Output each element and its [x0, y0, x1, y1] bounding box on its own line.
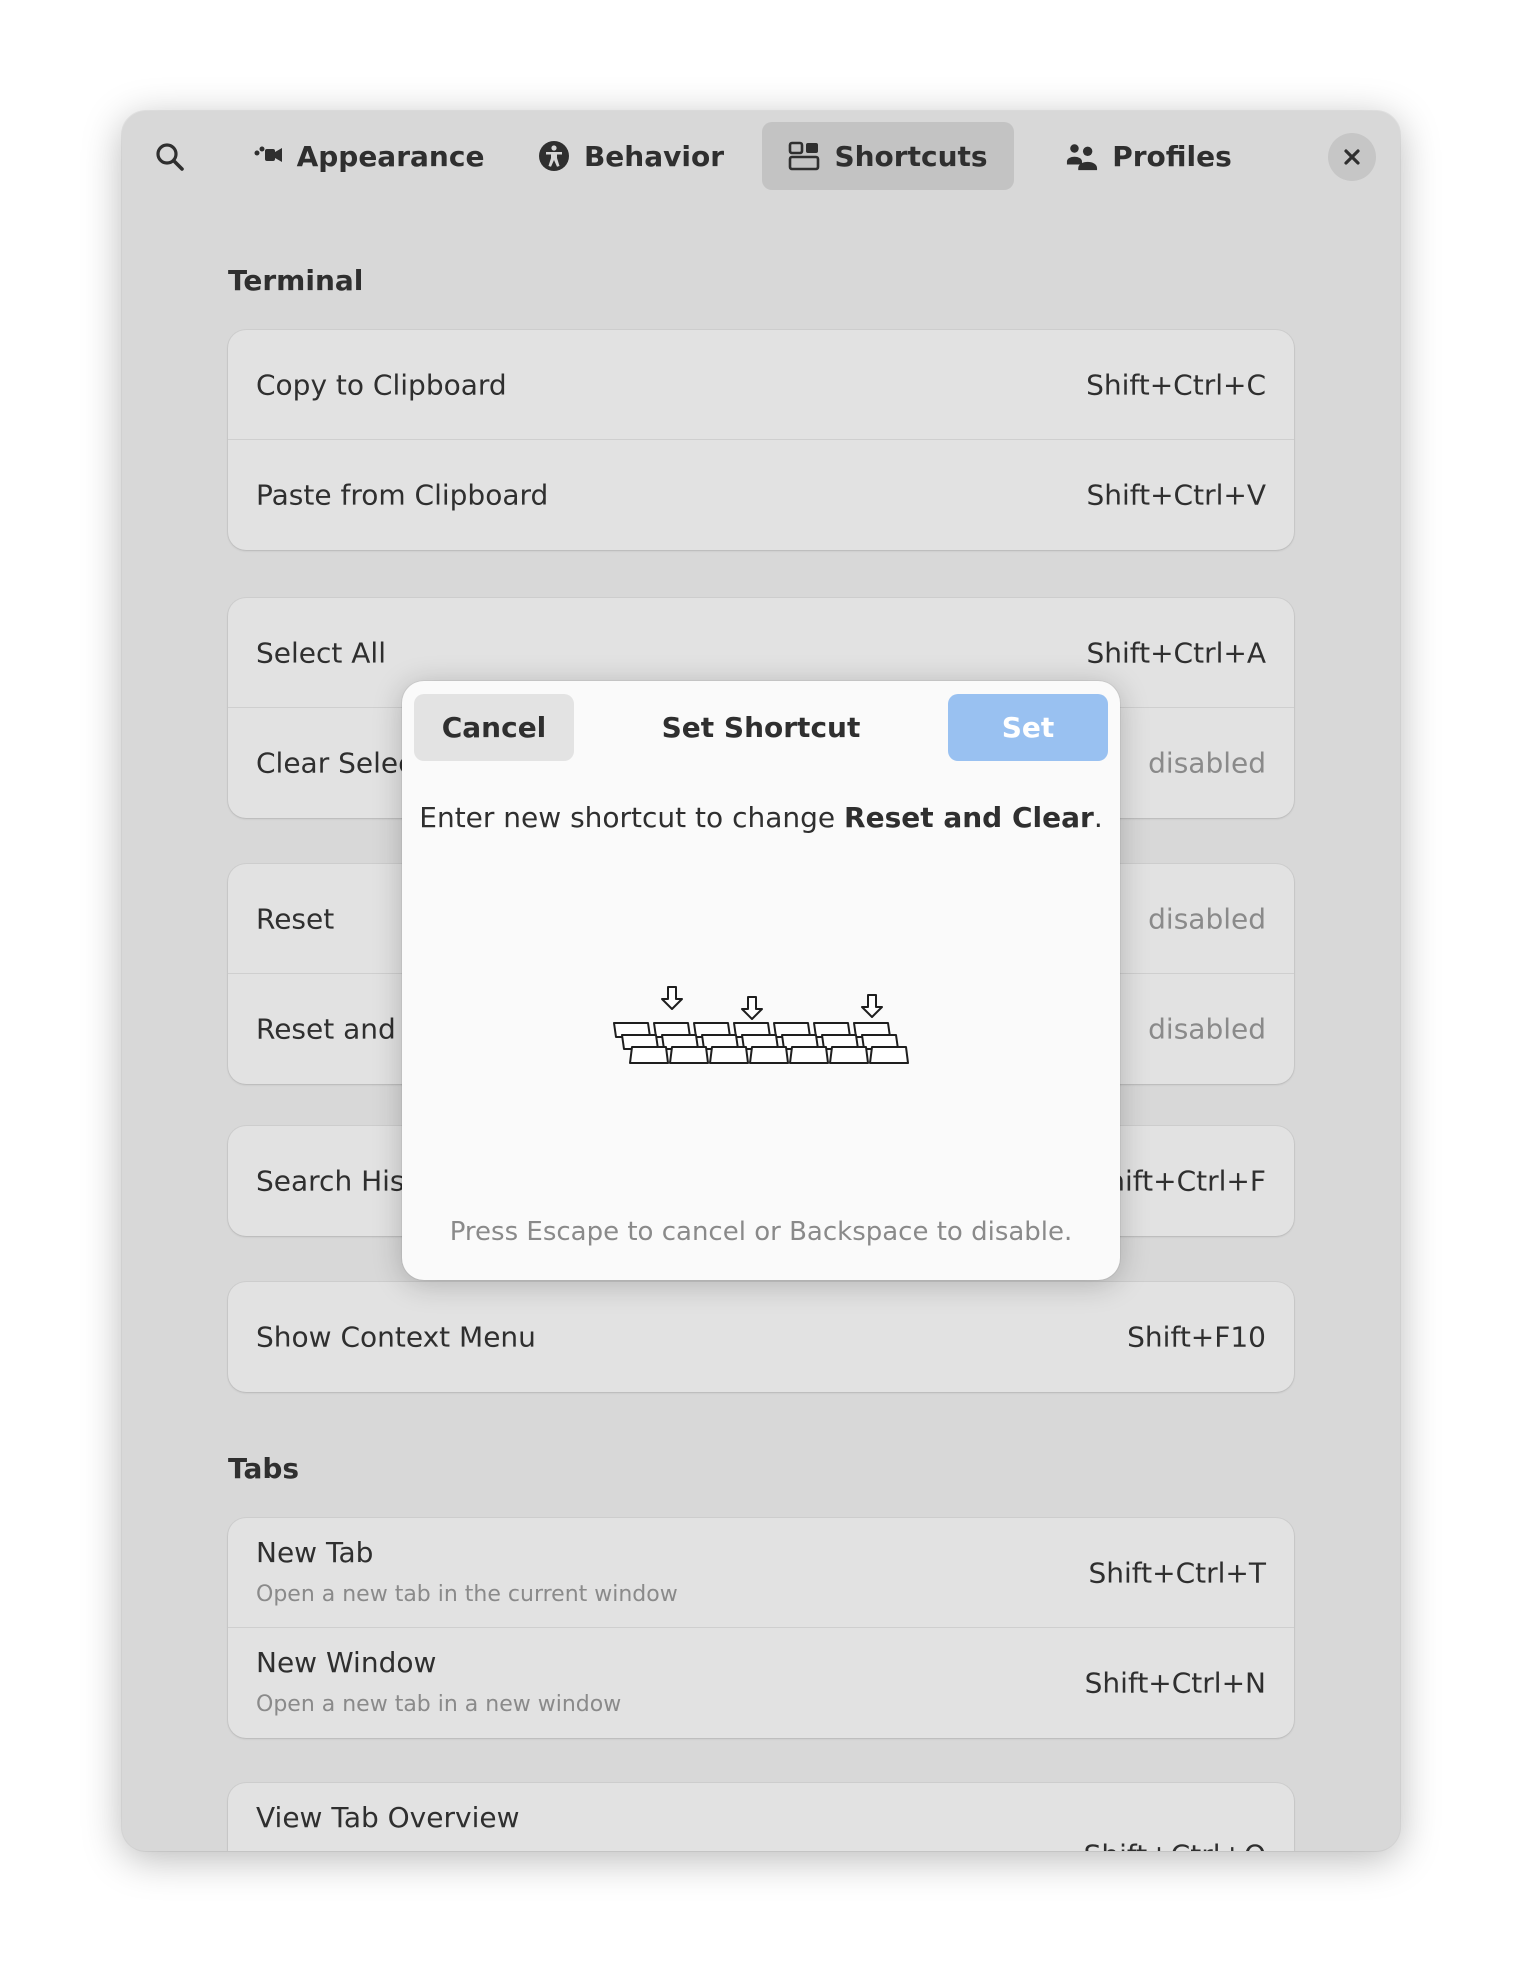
shortcut-label: Reset and C [256, 1012, 425, 1046]
shortcut-accel: Shift+Ctrl+O [1084, 1839, 1266, 1852]
appearance-icon [251, 140, 283, 172]
cancel-button[interactable]: Cancel [414, 694, 574, 761]
section-title-terminal: Terminal [228, 264, 364, 297]
tab-appearance[interactable]: Appearance [254, 122, 484, 190]
close-icon [1344, 149, 1360, 165]
shortcut-description: Open a new tab in the current window [256, 1582, 678, 1607]
tab-profiles-label: Profiles [1112, 139, 1232, 173]
group-clipboard: Copy to Clipboard Shift+Ctrl+C Paste fro… [228, 330, 1294, 550]
search-icon [156, 143, 184, 171]
shortcut-label: Show Context Menu [256, 1320, 536, 1354]
close-button[interactable] [1328, 133, 1376, 181]
header-bar: Appearance Behavior Shortcuts Profiles [122, 111, 1400, 201]
shortcut-row-tab-overview[interactable]: View Tab Overview Shift+Ctrl+O [228, 1783, 1294, 1851]
shortcut-label: Paste from Clipboard [256, 478, 549, 512]
tab-shortcuts-label: Shortcuts [834, 139, 988, 173]
shortcut-label: View Tab Overview [256, 1801, 520, 1834]
dialog-message: Enter new shortcut to change Reset and C… [402, 801, 1120, 834]
set-shortcut-dialog: Cancel Set Shortcut Set Enter new shortc… [402, 681, 1120, 1280]
shortcut-row-copy[interactable]: Copy to Clipboard Shift+Ctrl+C [228, 330, 1294, 440]
shortcut-label: Copy to Clipboard [256, 368, 507, 401]
shortcut-accel: Shift+Ctrl+V [1086, 478, 1266, 512]
shortcut-accel: disabled [1148, 1012, 1266, 1046]
set-button[interactable]: Set [948, 694, 1108, 761]
group-context-menu: Show Context Menu Shift+F10 [228, 1282, 1294, 1392]
shortcut-accel: Shift+Ctrl+N [1084, 1666, 1266, 1700]
dialog-message-target: Reset and Clear [844, 801, 1094, 834]
tab-appearance-label: Appearance [296, 139, 485, 173]
shortcut-accel: disabled [1148, 746, 1266, 780]
accessibility-icon [538, 140, 570, 172]
shortcut-row-paste[interactable]: Paste from Clipboard Shift+Ctrl+V [228, 440, 1294, 550]
shortcut-row-new-tab[interactable]: New Tab Open a new tab in the current wi… [228, 1518, 1294, 1628]
shortcut-label: Reset [256, 902, 335, 935]
group-tabs: New Tab Open a new tab in the current wi… [228, 1518, 1294, 1738]
tab-behavior[interactable]: Behavior [538, 122, 725, 190]
dialog-message-prefix: Enter new shortcut to change [419, 801, 845, 834]
shortcut-label: New Tab [256, 1536, 374, 1569]
shortcut-row-new-window[interactable]: New Window Open a new tab in a new windo… [228, 1628, 1294, 1738]
tab-behavior-label: Behavior [583, 139, 725, 173]
search-button[interactable] [146, 133, 194, 181]
shortcut-label: Search Hist [256, 1164, 416, 1198]
shortcut-row-context-menu[interactable]: Show Context Menu Shift+F10 [228, 1282, 1294, 1392]
shortcut-label: Clear Selec [256, 746, 414, 780]
tab-profiles[interactable]: Profiles [1064, 122, 1234, 190]
section-title-tabs: Tabs [228, 1452, 300, 1485]
shortcut-label: Select All [256, 636, 386, 669]
shortcut-accel: Shift+Ctrl+C [1086, 368, 1266, 401]
shortcut-accel: Shift+Ctrl+A [1086, 636, 1266, 669]
tab-shortcuts[interactable]: Shortcuts [762, 122, 1014, 190]
shortcut-accel: disabled [1148, 902, 1266, 935]
group-tab-overview: View Tab Overview Shift+Ctrl+O [228, 1783, 1294, 1851]
keyboard-keys-illustration [613, 986, 909, 1064]
shortcut-accel: Shift+F10 [1127, 1320, 1266, 1354]
shortcut-accel: Shift+Ctrl+T [1088, 1556, 1267, 1589]
profiles-icon [1066, 140, 1098, 172]
shortcut-accel: hift+Ctrl+F [1107, 1164, 1266, 1198]
shortcut-label: New Window [256, 1646, 437, 1679]
shortcut-description: Open a new tab in a new window [256, 1692, 622, 1717]
shortcuts-icon [788, 140, 820, 172]
dialog-hint: Press Escape to cancel or Backspace to d… [449, 1217, 1073, 1247]
dialog-message-suffix: . [1093, 801, 1103, 834]
